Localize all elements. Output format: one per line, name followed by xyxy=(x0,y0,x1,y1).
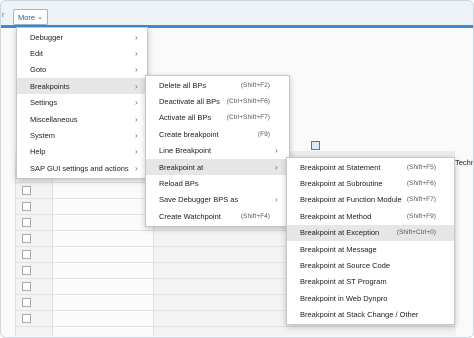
row-checkbox[interactable] xyxy=(22,218,31,227)
more-menu-item-miscellaneous[interactable]: Miscellaneous › xyxy=(17,111,147,127)
breakpoint-at-menu-item-shortcut: (Shift+F9) xyxy=(406,212,436,220)
breakpoints-menu-item-label: Delete all BPs xyxy=(159,80,207,90)
breakpoints-menu-item-save-debugger-bps-as[interactable]: Save Debugger BPS as › xyxy=(146,192,289,208)
breakpoint-at-menu-item-breakpoint-in-web-dynpro[interactable]: Breakpoint in Web Dynpro xyxy=(287,290,454,306)
breakpoint-at-menu-item-breakpoint-at-source-code[interactable]: Breakpoint at Source Code xyxy=(287,257,454,273)
breakpoints-menu-item-line-breakpoint[interactable]: Line Breakpoint › xyxy=(146,143,289,159)
breakpoint-at-menu-item-breakpoint-at-method[interactable]: Breakpoint at Method (Shift+F9) xyxy=(287,208,454,224)
more-menu-item-label: System xyxy=(30,130,56,140)
breakpoint-at-menu-item-breakpoint-at-stack-change-other[interactable]: Breakpoint at Stack Change / Other xyxy=(287,307,454,323)
more-menu-item-help[interactable]: Help › xyxy=(17,144,147,160)
row-checkbox[interactable] xyxy=(22,202,31,211)
breakpoint-at-menu-item-breakpoint-at-st-program[interactable]: Breakpoint at ST Program xyxy=(287,274,454,290)
breakpoints-menu-item-shortcut: (Shift+F2) xyxy=(240,81,270,89)
breakpoint-at-menu-item-label: Breakpoint at Exception xyxy=(300,228,380,238)
breakpoint-at-menu-item-shortcut: (Shift+F6) xyxy=(406,179,436,187)
breakpoints-menu-item-activate-all-bps[interactable]: Activate all BPs (Ctrl+Shift+F7) xyxy=(146,110,289,126)
breakpoints-submenu: Delete all BPs (Shift+F2) Deactivate all B… xyxy=(145,75,290,227)
breakpoint-at-menu-item-breakpoint-at-function-module[interactable]: Breakpoint at Function Module (Shift+F7) xyxy=(287,192,454,208)
more-menu-item-debugger[interactable]: Debugger › xyxy=(17,29,147,45)
row-checkbox[interactable] xyxy=(22,266,31,275)
breakpoint-at-menu-item-label: Breakpoint at Function Module xyxy=(300,195,402,205)
breakpoints-menu-item-create-watchpoint[interactable]: Create Watchpoint (Shift+F4) xyxy=(146,208,289,224)
row-checkbox[interactable] xyxy=(22,282,31,291)
chevron-right-icon: › xyxy=(275,146,278,156)
breakpoint-at-menu-item-label: Breakpoint at ST Program xyxy=(300,277,387,287)
breakpoint-at-menu-item-breakpoint-at-subroutine[interactable]: Breakpoint at Subroutine (Shift+F6) xyxy=(287,175,454,191)
more-button[interactable]: More ⌄ xyxy=(13,9,48,25)
more-menu-item-settings[interactable]: Settings › xyxy=(17,95,147,111)
breakpoints-menu-item-label: Deactivate all BPs xyxy=(159,96,220,106)
toolbar-left-fragment: r xyxy=(2,12,5,19)
breakpoint-at-menu-item-label: Breakpoint at Subroutine xyxy=(300,178,383,188)
row-checkbox[interactable] xyxy=(22,250,31,259)
breakpoint-at-menu-item-shortcut: (Shift+F5) xyxy=(406,163,436,171)
more-menu-item-label: Debugger xyxy=(30,32,63,42)
toolbar: r More ⌄ xyxy=(1,1,473,26)
breakpoint-at-menu-item-label: Breakpoint at Message xyxy=(300,244,377,254)
breakpoints-menu-item-shortcut: (Shift+F4) xyxy=(240,212,270,220)
more-menu-item-label: Breakpoints xyxy=(30,81,70,91)
chevron-right-icon: › xyxy=(135,163,138,173)
breakpoint-at-menu-item-label: Breakpoint in Web Dynpro xyxy=(300,293,388,303)
breakpoints-menu-item-delete-all-bps[interactable]: Delete all BPs (Shift+F2) xyxy=(146,77,289,93)
breakpoint-at-menu-item-shortcut: (Shift+Ctrl+0) xyxy=(396,229,436,237)
breakpoint-at-menu-item-shortcut: (Shift+F7) xyxy=(406,196,436,204)
more-menu-item-edit[interactable]: Edit › xyxy=(17,45,147,61)
breakpoints-menu-item-deactivate-all-bps[interactable]: Deactivate all BPs (Ctrl+Shift+F6) xyxy=(146,93,289,109)
breakpoints-menu-item-shortcut: (Ctrl+Shift+F6) xyxy=(226,97,270,105)
row-checkbox[interactable] xyxy=(22,234,31,243)
breakpoint-at-menu-item-label: Breakpoint at Source Code xyxy=(300,260,391,270)
breakpoints-menu-item-label: Reload BPs xyxy=(159,178,199,188)
breakpoints-menu-item-label: Line Breakpoint xyxy=(159,146,212,156)
more-menu: Debugger › Edit › Goto › Breakpoints › Settings ›… xyxy=(16,27,148,179)
breakpoint-at-menu-item-label: Breakpoint at Method xyxy=(300,211,372,221)
more-menu-item-label: Goto xyxy=(30,65,47,75)
chevron-right-icon: › xyxy=(135,32,138,42)
chevron-right-icon: › xyxy=(135,130,138,140)
column-header-technical: Techn xyxy=(455,158,474,167)
more-menu-item-label: Help xyxy=(30,147,46,157)
row-checkbox[interactable] xyxy=(22,298,31,307)
breakpoint-at-submenu: Breakpoint at Statement (Shift+F5) Breakpo… xyxy=(286,157,455,325)
more-menu-item-label: Edit xyxy=(30,48,43,58)
breakpoint-at-menu-item-breakpoint-at-exception[interactable]: Breakpoint at Exception (Shift+Ctrl+0) xyxy=(287,224,454,241)
save-icon[interactable] xyxy=(311,141,320,150)
more-menu-item-breakpoints[interactable]: Breakpoints › xyxy=(17,78,147,95)
chevron-right-icon: › xyxy=(135,65,138,75)
breakpoints-menu-item-label: Create breakpoint xyxy=(159,129,219,139)
more-menu-item-label: Settings xyxy=(30,98,58,108)
chevron-right-icon: › xyxy=(135,114,138,124)
breakpoints-menu-item-breakpoint-at[interactable]: Breakpoint at › xyxy=(146,159,289,175)
chevron-right-icon: › xyxy=(135,147,138,157)
breakpoint-at-menu-item-label: Breakpoint at Statement xyxy=(300,162,381,172)
chevron-down-icon: ⌄ xyxy=(37,14,43,21)
breakpoints-menu-item-label: Save Debugger BPS as xyxy=(159,195,239,205)
more-menu-item-label: SAP GUI settings and actions xyxy=(30,163,129,173)
chevron-right-icon: › xyxy=(135,81,138,91)
breakpoint-at-menu-item-breakpoint-at-message[interactable]: Breakpoint at Message xyxy=(287,241,454,257)
chevron-right-icon: › xyxy=(275,195,278,205)
breakpoints-menu-item-reload-bps[interactable]: Reload BPs xyxy=(146,175,289,191)
breakpoint-at-menu-item-label: Breakpoint at Stack Change / Other xyxy=(300,310,419,320)
breakpoints-menu-item-shortcut: (F9) xyxy=(257,130,270,138)
row-checkbox[interactable] xyxy=(22,186,31,195)
app-window: r More ⌄ Techn Debugger › Edit › Goto › Breakp… xyxy=(0,0,474,338)
more-menu-item-label: Miscellaneous xyxy=(30,114,78,124)
chevron-right-icon: › xyxy=(275,162,278,172)
breakpoints-menu-item-label: Breakpoint at xyxy=(159,162,204,172)
more-menu-item-sap-gui-settings-and-actions[interactable]: SAP GUI settings and actions › xyxy=(17,160,147,176)
chevron-right-icon: › xyxy=(135,48,138,58)
breakpoints-menu-item-create-breakpoint[interactable]: Create breakpoint (F9) xyxy=(146,126,289,142)
more-menu-item-goto[interactable]: Goto › xyxy=(17,62,147,78)
breakpoints-menu-item-label: Activate all BPs xyxy=(159,113,212,123)
breakpoint-at-menu-item-breakpoint-at-statement[interactable]: Breakpoint at Statement (Shift+F5) xyxy=(287,159,454,175)
row-checkbox[interactable] xyxy=(22,314,31,323)
breakpoints-menu-item-shortcut: (Ctrl+Shift+F7) xyxy=(226,114,270,122)
more-button-label: More xyxy=(18,12,36,22)
breakpoints-menu-item-label: Create Watchpoint xyxy=(159,211,221,221)
more-menu-item-system[interactable]: System › xyxy=(17,127,147,143)
chevron-right-icon: › xyxy=(135,98,138,108)
